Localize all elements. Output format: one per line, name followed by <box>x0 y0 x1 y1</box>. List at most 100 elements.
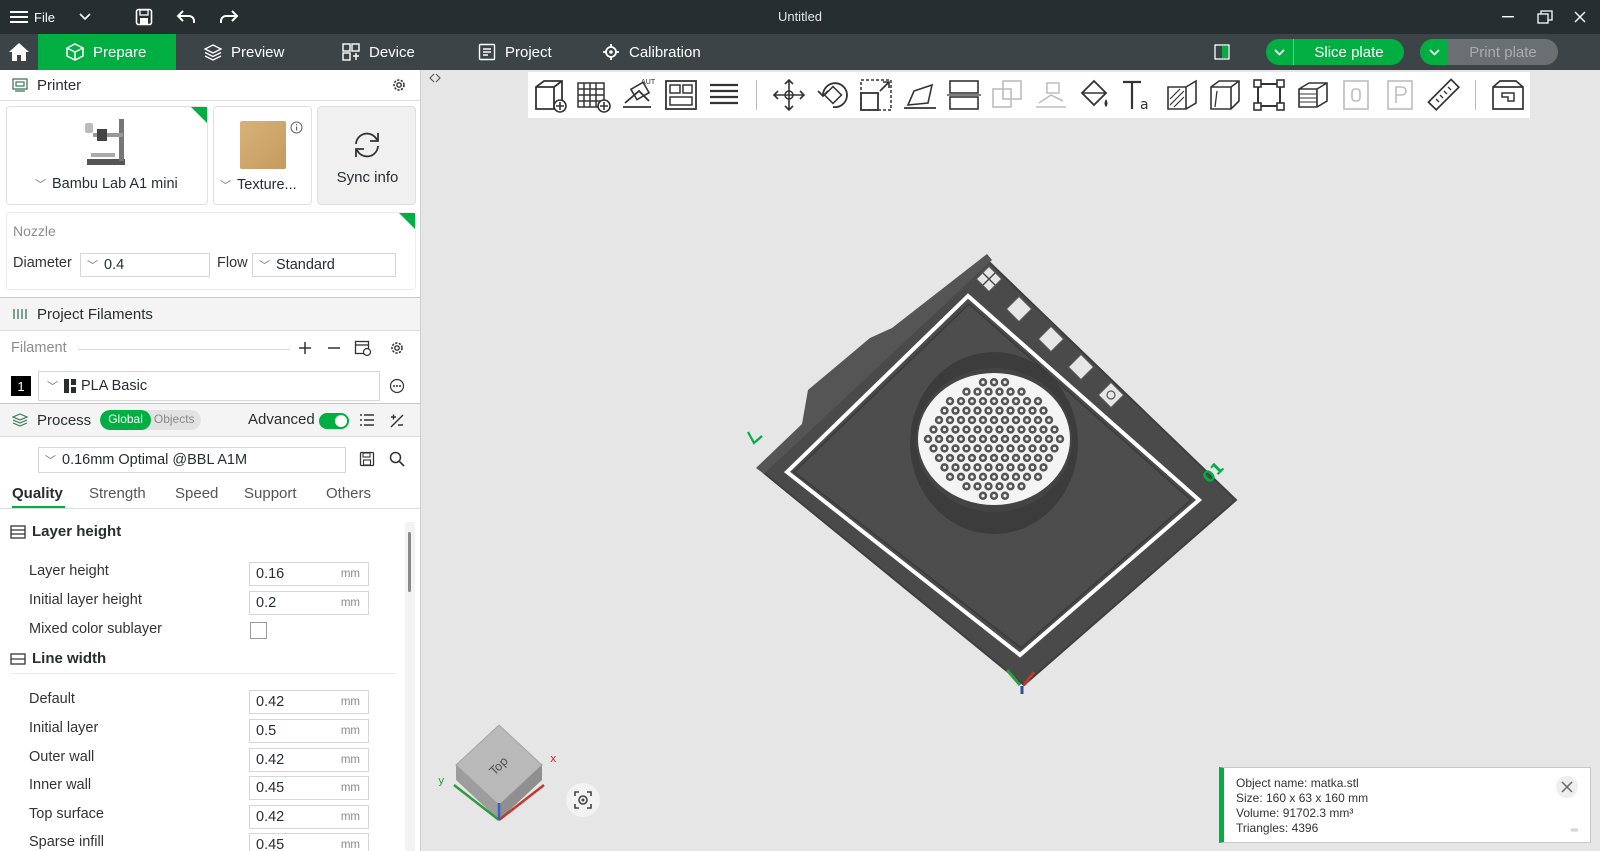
mixed-color-sublayer-checkbox[interactable] <box>250 622 267 639</box>
paint-button[interactable] <box>1076 75 1113 115</box>
process-preset-name: 0.16mm Optimal @BBL A1M <box>62 452 248 468</box>
minimize-button[interactable] <box>1497 0 1519 34</box>
slice-dropdown-chevron[interactable] <box>1266 39 1294 65</box>
seam-paint-button[interactable] <box>1163 75 1200 115</box>
outer-wall-input[interactable]: 0.42 mm <box>249 748 369 772</box>
lay-on-face-button[interactable] <box>902 75 939 115</box>
camera-fit-button[interactable] <box>566 783 600 817</box>
global-objects-toggle[interactable]: Global Objects <box>100 410 201 430</box>
add-plate-button[interactable] <box>575 75 612 115</box>
advanced-toggle-switch[interactable] <box>319 413 349 429</box>
honeycomb-hole-center <box>997 409 1002 413</box>
scale-button[interactable] <box>858 75 895 115</box>
default-line-width-input[interactable]: 0.42 mm <box>249 690 369 714</box>
layout-toggle-button[interactable] <box>1211 34 1233 70</box>
add-filament-button[interactable] <box>298 341 312 355</box>
variable-layer-button[interactable] <box>1294 75 1331 115</box>
view-cube[interactable]: Top y x <box>434 710 564 825</box>
tab-others[interactable]: Others <box>326 485 371 502</box>
process-preset-select[interactable]: ﹀ 0.16mm Optimal @BBL A1M <box>38 447 346 473</box>
printer-name-label: Bambu Lab A1 mini <box>52 176 178 192</box>
toggle-objects[interactable]: Objects <box>151 410 201 430</box>
honeycomb-hole-center <box>981 399 985 403</box>
tab-device[interactable]: Device <box>342 34 415 70</box>
flow-select[interactable]: ﹀ Standard <box>252 253 396 277</box>
split-layers-button[interactable] <box>706 75 743 115</box>
info-icon[interactable] <box>290 121 303 134</box>
print-plate-button[interactable]: Print plate <box>1420 39 1558 65</box>
diameter-label: Diameter <box>13 255 72 271</box>
printer-selector-card[interactable]: ﹀ Bambu Lab A1 mini <box>6 106 208 205</box>
inner-wall-input[interactable]: 0.45 mm <box>249 776 369 800</box>
sync-info-button[interactable]: Sync info <box>317 106 416 205</box>
honeycomb-hole-center <box>931 427 936 432</box>
filament-select[interactable]: ﹀ PLA Basic <box>38 371 380 401</box>
toggle-global[interactable]: Global <box>100 410 151 430</box>
close-window-button[interactable] <box>1569 0 1591 34</box>
plate-button[interactable] <box>1382 75 1419 115</box>
move-button[interactable] <box>771 75 808 115</box>
initial-layer-line-width-input[interactable]: 0.5 mm <box>249 719 369 743</box>
sparse-infill-input[interactable]: 0.45 mm <box>249 833 369 851</box>
close-info-button[interactable] <box>1556 776 1578 798</box>
filament-more-icon[interactable] <box>389 378 405 394</box>
print-dropdown-chevron[interactable] <box>1420 39 1448 65</box>
honeycomb-hole-center <box>1030 427 1035 432</box>
tab-preview[interactable]: Preview <box>204 34 284 70</box>
plate-type-selector-card[interactable]: ﹀ Texture... <box>213 106 312 205</box>
layer-height-input[interactable]: 0.16 mm <box>249 562 369 586</box>
settings-scrollbar-thumb[interactable] <box>408 532 411 592</box>
redo-button[interactable] <box>216 0 242 34</box>
tab-prepare[interactable]: Prepare <box>38 34 176 70</box>
honeycomb-hole-center <box>1003 475 1007 479</box>
search-icon[interactable] <box>389 451 405 467</box>
save-button[interactable] <box>131 0 157 34</box>
honeycomb-hole-center <box>997 465 1002 469</box>
auto-orient-button[interactable]: AUTO <box>619 75 656 115</box>
arrange-button[interactable] <box>662 75 699 115</box>
collapse-sidebar-icon[interactable] <box>428 72 442 84</box>
tab-quality[interactable]: Quality <box>12 485 63 502</box>
restore-button[interactable] <box>1533 0 1557 34</box>
tab-calibration[interactable]: Calibration <box>602 34 701 70</box>
assembly-button[interactable] <box>1251 75 1288 115</box>
svg-text:a: a <box>1140 97 1149 113</box>
build-plate-scene[interactable]: 01 <box>742 210 1262 730</box>
support-paint-button[interactable] <box>1207 75 1244 115</box>
rotate-button[interactable] <box>814 75 851 115</box>
slice-plate-button[interactable]: Slice plate <box>1266 39 1404 65</box>
undo-button[interactable] <box>173 0 199 34</box>
3d-viewport[interactable]: AUTO a <box>422 70 1600 851</box>
diameter-select[interactable]: ﹀ 0.4 <box>80 253 210 277</box>
split-layers-icon <box>706 77 742 113</box>
mesh-boolean-button[interactable] <box>1033 75 1070 115</box>
measure-button[interactable] <box>1425 75 1462 115</box>
assembly-view-button[interactable] <box>1490 75 1527 115</box>
add-object-button[interactable] <box>532 75 569 115</box>
filament-settings-gear-icon[interactable] <box>389 340 405 356</box>
tab-project[interactable]: Project <box>478 34 552 70</box>
filament-sync-icon[interactable] <box>354 339 372 357</box>
compare-presets-icon[interactable] <box>389 413 405 429</box>
filament-slot-number[interactable]: 1 <box>11 376 31 396</box>
cut-button[interactable] <box>945 75 982 115</box>
file-dropdown-chevron[interactable] <box>74 0 96 34</box>
save-preset-icon[interactable] <box>359 451 375 467</box>
brim-ears-button[interactable] <box>1338 75 1375 115</box>
file-menu-button[interactable]: File <box>10 0 70 34</box>
tab-support[interactable]: Support <box>244 485 297 502</box>
printer-settings-gear-icon[interactable] <box>391 77 407 93</box>
initial-layer-height-input[interactable]: 0.2 mm <box>249 591 369 615</box>
tab-strength[interactable]: Strength <box>89 485 146 502</box>
assembly-view-icon <box>1490 77 1526 113</box>
tab-speed[interactable]: Speed <box>175 485 218 502</box>
honeycomb-hole-center <box>1003 418 1007 422</box>
remove-filament-button[interactable] <box>327 341 341 355</box>
text-tool-button[interactable]: a <box>1120 75 1157 115</box>
settings-scrollbar-track[interactable] <box>405 522 415 851</box>
list-view-icon[interactable] <box>359 413 375 427</box>
boolean-button[interactable] <box>989 75 1026 115</box>
home-button[interactable] <box>0 34 38 70</box>
top-surface-input[interactable]: 0.42 mm <box>249 805 369 829</box>
info-resize-grip[interactable]: ═ <box>1571 823 1578 838</box>
